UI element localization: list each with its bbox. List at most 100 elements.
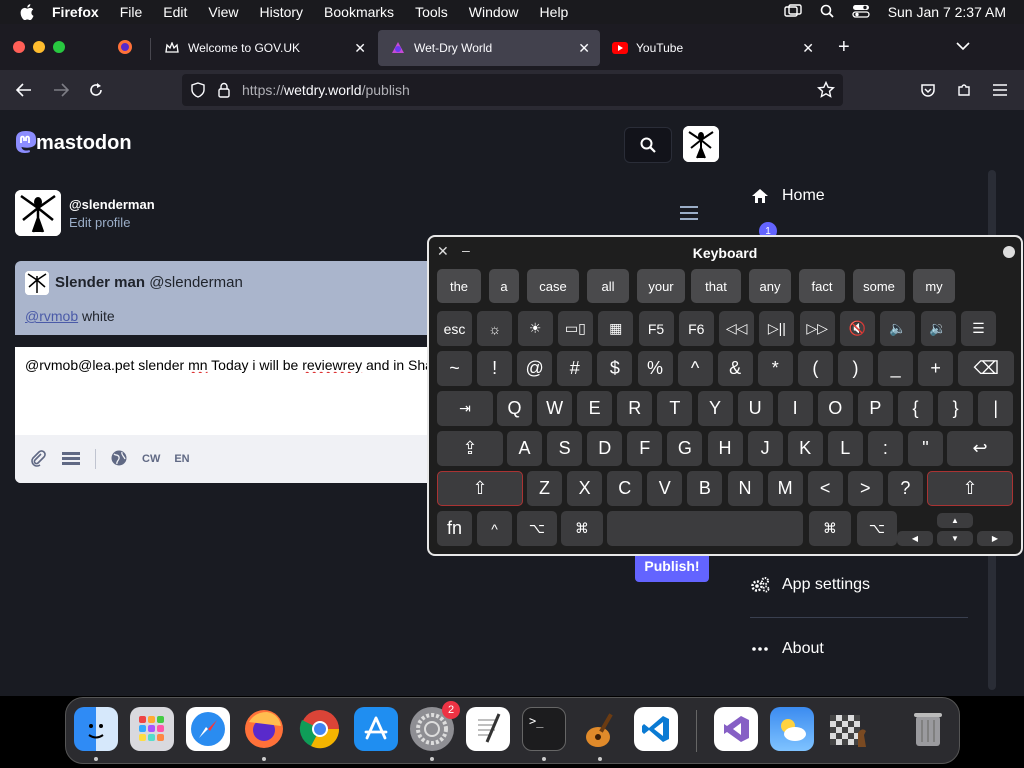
window-minimize-button[interactable] [33,41,45,53]
mastodon-logo[interactable]: mastodon [14,130,132,156]
space-bar[interactable] [607,511,803,546]
tab-close-icon[interactable]: ✕ [802,40,814,57]
menu-history[interactable]: History [259,4,303,20]
letter-key[interactable]: J [747,431,783,466]
letter-key[interactable]: R [617,391,653,426]
function-key[interactable]: F5 [638,311,674,346]
function-key[interactable]: 🔇 [840,311,875,346]
arrow-left-key[interactable]: ◀ [897,531,933,546]
menu-file[interactable]: File [120,4,143,20]
account-avatar[interactable] [683,126,719,162]
menu-hamburger-icon[interactable] [680,206,698,220]
menu-view[interactable]: View [208,4,238,20]
letter-key[interactable]: I [777,391,813,426]
tab-wet-dry-world[interactable]: Wet-Dry World ✕ [378,30,600,66]
globe-visibility-icon[interactable] [110,449,128,470]
number-row-key[interactable]: _ [878,351,914,386]
letter-key[interactable]: U [737,391,773,426]
profile-avatar[interactable] [15,190,61,236]
function-key[interactable]: ☼ [477,311,513,346]
letter-key[interactable]: ? [887,471,923,506]
function-key[interactable]: ▷|| [759,311,795,346]
language-button[interactable]: EN [174,453,189,465]
edit-profile-link[interactable]: Edit profile [69,215,130,230]
spotlight-search-icon[interactable] [820,4,834,21]
back-arrow-icon[interactable] [12,78,36,102]
tab-close-icon[interactable]: ✕ [578,40,590,57]
left-shift-key[interactable]: ⇧ [437,471,523,506]
compose-textarea[interactable]: @rvmob@lea.pet slender mn Today i will b… [15,347,435,483]
new-tab-button[interactable]: + [838,36,850,59]
suggestion-key[interactable]: any [749,269,791,303]
letter-key[interactable]: P [857,391,893,426]
letter-key[interactable]: < [807,471,843,506]
chrome-icon[interactable] [298,707,342,751]
command-key[interactable]: ⌘ [809,511,851,546]
number-row-key[interactable]: & [717,351,753,386]
suggestion-key[interactable]: that [691,269,741,303]
letter-key[interactable]: G [667,431,703,466]
bookmark-star-icon[interactable] [816,80,836,104]
tab-key[interactable]: ⇥ [437,391,493,426]
letter-key[interactable]: F [627,431,663,466]
weather-icon[interactable] [770,707,814,751]
caps-lock-key[interactable]: ⇪ [437,431,503,466]
function-key[interactable]: ▦ [598,311,634,346]
visual-studio-icon[interactable] [714,707,758,751]
letter-key[interactable]: " [908,431,943,466]
pocket-icon[interactable] [916,78,940,102]
keyboard-options-icon[interactable] [1003,246,1015,258]
garageband-icon[interactable] [578,707,622,751]
terminal-icon[interactable]: >_ [522,707,566,751]
number-row-key[interactable]: * [757,351,793,386]
tab-close-icon[interactable]: ✕ [354,40,366,57]
menu-edit[interactable]: Edit [163,4,187,20]
function-key[interactable]: ◁◁ [719,311,755,346]
right-shift-key[interactable]: ⇧ [927,471,1013,506]
letter-key[interactable]: Z [527,471,562,506]
firefox-icon[interactable] [242,707,286,751]
number-row-key[interactable]: + [918,351,954,386]
content-warning-button[interactable]: CW [142,453,160,465]
option-key[interactable]: ⌥ [517,511,557,546]
function-key[interactable]: ▷▷ [799,311,835,346]
app-menu-hamburger-icon[interactable] [988,78,1012,102]
search-button[interactable] [624,127,672,163]
function-key[interactable]: esc [437,311,472,346]
shield-icon[interactable] [190,82,206,103]
menu-bookmarks[interactable]: Bookmarks [324,4,394,20]
tab-youtube[interactable]: YouTube ✕ [600,30,824,66]
letter-key[interactable]: O [817,391,853,426]
attachment-paperclip-icon[interactable] [29,449,47,470]
letter-key[interactable]: W [537,391,573,426]
menu-window[interactable]: Window [469,4,519,20]
textedit-icon[interactable] [466,707,510,751]
arrow-up-key[interactable]: ▲ [937,513,973,528]
window-zoom-button[interactable] [53,41,65,53]
vscode-icon[interactable] [634,707,678,751]
letter-key[interactable]: : [867,431,903,466]
lock-icon[interactable] [217,82,231,103]
menu-tools[interactable]: Tools [415,4,448,20]
function-key[interactable]: F6 [678,311,714,346]
firefox-view-icon[interactable] [117,39,133,55]
number-row-key[interactable]: ) [838,351,873,386]
arrow-right-key[interactable]: ▶ [977,531,1013,546]
launchpad-icon[interactable] [130,707,174,751]
nav-app-settings[interactable]: App settings [750,575,870,595]
suggestion-key[interactable]: all [587,269,629,303]
letter-key[interactable]: K [787,431,823,466]
letter-key[interactable]: E [577,391,613,426]
function-key[interactable]: 🔉 [920,311,956,346]
screen-mirror-icon[interactable] [783,3,802,21]
reply-mention-link[interactable]: @rvmob [25,308,78,324]
window-close-button[interactable] [13,41,25,53]
tab-list-chevron-icon[interactable] [956,38,970,56]
letter-key[interactable]: Y [697,391,733,426]
function-key[interactable]: ☀ [517,311,553,346]
letter-key[interactable]: A [507,431,542,466]
letter-key[interactable]: > [847,471,883,506]
nav-about[interactable]: About [750,639,824,659]
letter-key[interactable]: S [547,431,583,466]
letter-key[interactable]: H [707,431,743,466]
